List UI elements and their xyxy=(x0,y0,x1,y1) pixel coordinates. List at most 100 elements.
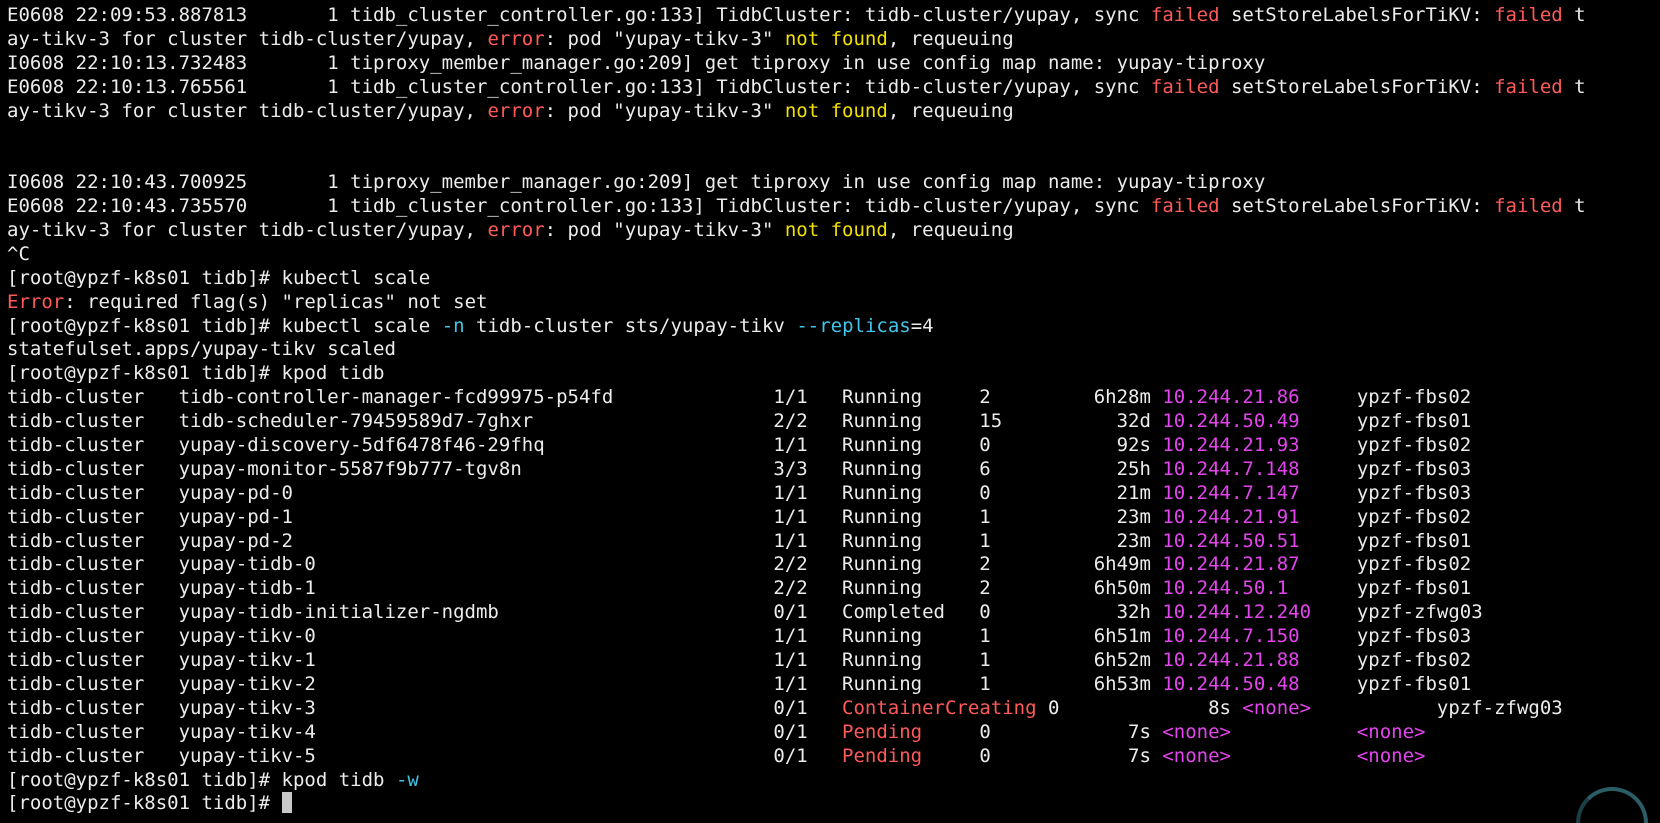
terminal-text: 10.244.50.51 xyxy=(1162,529,1300,552)
terminal-text: : pod "yupay-tikv-3" xyxy=(544,219,785,242)
terminal-line: tidb-cluster yupay-tikv-2 1/1 Running 1 … xyxy=(7,673,1660,697)
terminal-line: tidb-cluster yupay-tikv-1 1/1 Running 1 … xyxy=(7,649,1660,673)
terminal-text: E0608 22:09:53.887813 1 tidb_cluster_con… xyxy=(7,4,1151,26)
terminal-text: ypzf-fbs03 xyxy=(1299,457,1472,480)
terminal-text: : pod "yupay-tikv-3" xyxy=(544,27,785,50)
terminal-text: [root@ypzf-k8s01 tidb]# kpod tidb xyxy=(7,362,385,385)
terminal-line: tidb-cluster yupay-tikv-4 0/1 Pending 0 … xyxy=(7,721,1660,745)
terminal-text: 10.244.7.148 xyxy=(1162,457,1300,480)
terminal-text: tidb-cluster yupay-pd-2 1/1 Running 1 23… xyxy=(7,529,1163,552)
terminal-text: ypzf-fbs02 xyxy=(1299,553,1472,576)
terminal-line: [root@ypzf-k8s01 tidb]# kubectl scale xyxy=(7,267,1660,291)
terminal-text: tidb-cluster yupay-tikv-0 1/1 Running 1 … xyxy=(7,625,1163,648)
terminal-line: tidb-cluster yupay-pd-0 1/1 Running 0 21… xyxy=(7,482,1660,506)
terminal-line: tidb-cluster yupay-pd-1 1/1 Running 1 23… xyxy=(7,506,1660,530)
terminal-text: 10.244.21.93 xyxy=(1162,434,1300,457)
terminal-text: setStoreLabelsForTiKV: xyxy=(1219,75,1495,98)
terminal-text: --replicas xyxy=(796,314,911,337)
terminal-text: tidb-cluster yupay-tidb-initializer-ngdm… xyxy=(7,601,1163,624)
terminal-text: <none> xyxy=(1162,720,1231,743)
terminal-text: ContainerCreating xyxy=(842,696,1037,719)
terminal-text: setStoreLabelsForTiKV: xyxy=(1219,195,1495,218)
terminal-text: [root@ypzf-k8s01 tidb]# xyxy=(7,792,282,815)
terminal-text: ypzf-zfwg03 xyxy=(1311,601,1483,624)
terminal-line: ^C xyxy=(7,243,1660,267)
terminal-text: t xyxy=(1562,75,1586,98)
terminal-line: ay-tikv-3 for cluster tidb-cluster/yupay… xyxy=(7,219,1660,243)
terminal-text: ay-tikv-3 for cluster tidb-cluster/yupay… xyxy=(7,219,488,242)
terminal-text: , requeuing xyxy=(887,219,1014,242)
terminal-text: ay-tikv-3 for cluster tidb-cluster/yupay… xyxy=(7,27,488,50)
terminal-text: failed xyxy=(1494,4,1563,26)
terminal-text: ypzf-fbs03 xyxy=(1299,625,1472,648)
terminal-text: failed xyxy=(1150,195,1220,218)
terminal-text: E0608 22:10:43.735570 1 tidb_cluster_con… xyxy=(7,195,1151,218)
terminal-text: tidb-cluster yupay-pd-1 1/1 Running 1 23… xyxy=(7,505,1163,528)
terminal-text: =4 xyxy=(910,314,934,337)
terminal-text: failed xyxy=(1150,4,1220,26)
terminal-text: tidb-cluster yupay-tikv-4 0/1 xyxy=(7,720,843,743)
terminal-window[interactable]: E0608 22:09:53.887813 1 tidb_cluster_con… xyxy=(0,0,1660,823)
terminal-text: [root@ypzf-k8s01 tidb]# kubectl scale xyxy=(7,266,431,289)
terminal-text: ypzf-fbs01 xyxy=(1299,410,1472,433)
terminal-text: 10.244.21.91 xyxy=(1162,505,1300,528)
terminal-text: ypzf-fbs02 xyxy=(1299,649,1472,672)
terminal-text: 0 8s xyxy=(1036,696,1243,719)
terminal-text: ypzf-zfwg03 xyxy=(1311,696,1563,719)
terminal-text: setStoreLabelsForTiKV: xyxy=(1219,4,1495,26)
terminal-text: t xyxy=(1562,4,1586,26)
terminal-line: tidb-cluster yupay-tidb-initializer-ngdm… xyxy=(7,601,1660,625)
terminal-text: 10.244.50.48 xyxy=(1162,672,1300,695)
terminal-text: 0 7s xyxy=(922,744,1163,767)
terminal-text: : required flag(s) "replicas" not set xyxy=(64,290,488,313)
terminal-line: tidb-cluster yupay-tidb-0 2/2 Running 2 … xyxy=(7,553,1660,577)
terminal-text: , requeuing xyxy=(887,27,1014,50)
terminal-output: E0608 22:09:53.887813 1 tidb_cluster_con… xyxy=(7,4,1660,816)
terminal-text: -w xyxy=(395,768,419,791)
terminal-line: E0608 22:10:43.735570 1 tidb_cluster_con… xyxy=(7,195,1660,219)
terminal-text: , requeuing xyxy=(887,99,1014,122)
terminal-line: ay-tikv-3 for cluster tidb-cluster/yupay… xyxy=(7,100,1660,124)
terminal-text: error xyxy=(487,219,545,242)
terminal-text: ay-tikv-3 for cluster tidb-cluster/yupay… xyxy=(7,99,488,122)
terminal-text: E0608 22:10:13.765561 1 tidb_cluster_con… xyxy=(7,75,1151,98)
terminal-text: tidb-cluster yupay-tikv-2 1/1 Running 1 … xyxy=(7,672,1163,695)
terminal-text: I0608 22:10:13.732483 1 tiproxy_member_m… xyxy=(7,51,1266,74)
terminal-line: tidb-cluster yupay-tikv-0 1/1 Running 1 … xyxy=(7,625,1660,649)
terminal-text: Pending xyxy=(842,720,923,743)
terminal-line: E0608 22:09:53.887813 1 tidb_cluster_con… xyxy=(7,4,1660,28)
terminal-text: failed xyxy=(1494,75,1563,98)
terminal-text: 10.244.21.87 xyxy=(1162,553,1300,576)
terminal-text: ypzf-fbs01 xyxy=(1299,672,1472,695)
terminal-text: <none> xyxy=(1356,720,1426,743)
terminal-text: tidb-cluster tidb-controller-manager-fcd… xyxy=(7,386,1163,409)
terminal-text: not found xyxy=(784,219,888,242)
terminal-text: ypzf-fbs02 xyxy=(1299,505,1472,528)
terminal-text: failed xyxy=(1494,195,1563,218)
terminal-text: error xyxy=(487,99,545,122)
terminal-text: error xyxy=(487,27,545,50)
terminal-text: Pending xyxy=(842,744,923,767)
terminal-line: [root@ypzf-k8s01 tidb]# kpod tidb xyxy=(7,362,1660,386)
terminal-text: tidb-cluster yupay-tikv-5 0/1 xyxy=(7,744,843,767)
terminal-line: tidb-cluster tidb-scheduler-79459589d7-7… xyxy=(7,410,1660,434)
terminal-text: 10.244.7.147 xyxy=(1162,481,1300,504)
terminal-line: I0608 22:10:43.700925 1 tiproxy_member_m… xyxy=(7,171,1660,195)
terminal-line: Error: required flag(s) "replicas" not s… xyxy=(7,291,1660,315)
terminal-text: ypzf-fbs03 xyxy=(1299,481,1472,504)
terminal-text: tidb-cluster yupay-tikv-1 1/1 Running 1 … xyxy=(7,649,1163,672)
terminal-text: tidb-cluster yupay-monitor-5587f9b777-tg… xyxy=(7,457,1163,480)
terminal-text: tidb-cluster tidb-scheduler-79459589d7-7… xyxy=(7,410,1163,433)
terminal-text: failed xyxy=(1150,75,1220,98)
terminal-text: tidb-cluster yupay-tidb-1 2/2 Running 2 … xyxy=(7,577,1163,600)
terminal-text: -n xyxy=(441,314,465,337)
terminal-line: tidb-cluster yupay-monitor-5587f9b777-tg… xyxy=(7,458,1660,482)
terminal-line: tidb-cluster yupay-pd-2 1/1 Running 1 23… xyxy=(7,530,1660,554)
terminal-text: 0 7s xyxy=(922,720,1163,743)
terminal-text: [root@ypzf-k8s01 tidb]# kpod tidb xyxy=(7,768,396,791)
terminal-text: not found xyxy=(784,99,888,122)
terminal-text: 10.244.50.49 xyxy=(1162,410,1300,433)
